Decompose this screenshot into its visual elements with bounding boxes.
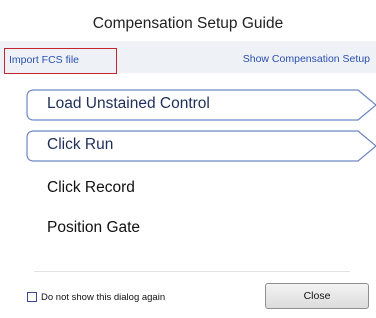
step-position-gate: Position Gate [26, 213, 356, 243]
compensation-setup-dialog: Compensation Setup Guide Import FCS file… [0, 0, 376, 318]
close-button[interactable]: Close [265, 283, 369, 309]
step-load-unstained-control[interactable]: Load Unstained Control [26, 89, 376, 121]
link-bar: Import FCS file Show Compensation Setup [0, 41, 376, 74]
step-label: Click Record [47, 179, 135, 196]
footer-divider [34, 271, 350, 272]
show-compensation-setup-link[interactable]: Show Compensation Setup [243, 48, 370, 70]
import-fcs-file-link[interactable]: Import FCS file [4, 48, 117, 74]
step-label: Click Run [47, 136, 114, 153]
step-click-run[interactable]: Click Run [26, 130, 376, 162]
dialog-title: Compensation Setup Guide [92, 15, 284, 32]
step-click-record: Click Record [26, 173, 356, 203]
dont-show-again-label: Do not show this dialog again [41, 291, 166, 303]
step-label: Load Unstained Control [47, 95, 210, 112]
dont-show-again-row[interactable]: Do not show this dialog again [27, 290, 165, 304]
dont-show-again-checkbox[interactable] [27, 292, 37, 302]
step-label: Position Gate [47, 219, 141, 236]
